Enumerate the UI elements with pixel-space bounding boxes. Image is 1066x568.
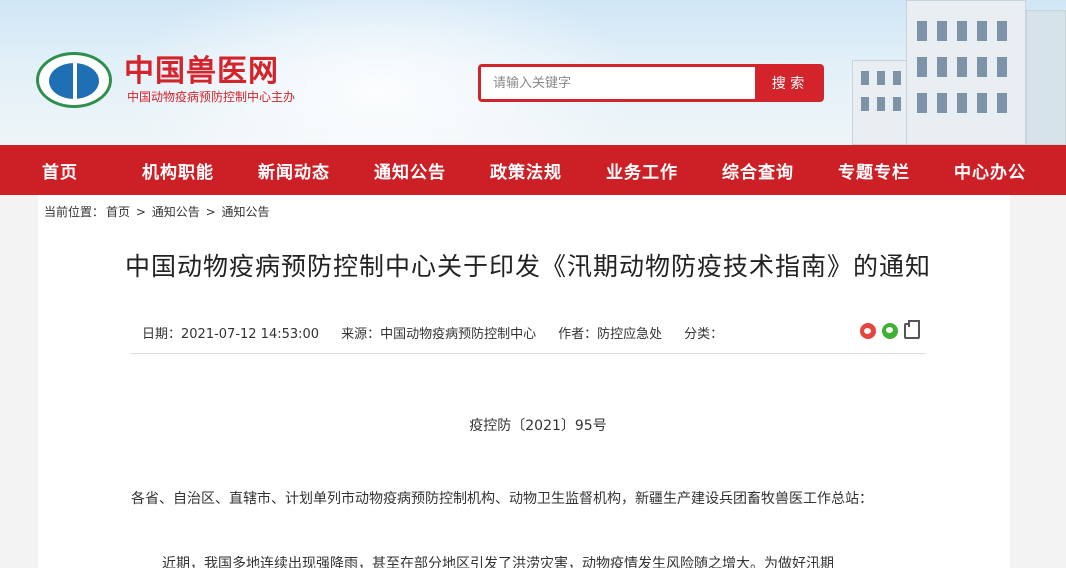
document-number: 疫控防〔2021〕95号 xyxy=(469,418,607,434)
breadcrumb-link-notices[interactable]: 通知公告 xyxy=(152,205,200,219)
nav-item-office[interactable]: 中心办公 xyxy=(932,158,1048,183)
meta-date: 日期：2021-07-12 14:53:00 xyxy=(142,327,320,342)
site-subtitle: 中国动物疫病预防控制中心主办 xyxy=(127,90,296,104)
article-paragraph: 近期，我国多地连续出现强降雨，甚至在部分地区引发了洪涝灾害，动物疫情发生风险随之… xyxy=(162,556,834,568)
search-button[interactable]: 搜 索 xyxy=(755,67,821,99)
banner-building xyxy=(906,0,1026,145)
meta-author: 作者：防控应急处 xyxy=(558,327,663,342)
main-nav: 首页 机构职能 新闻动态 通知公告 政策法规 业务工作 综合查询 专题专栏 中心… xyxy=(0,145,1066,195)
breadcrumb: 当前位置： 首页 > 通知公告 > 通知公告 xyxy=(44,203,272,220)
nav-item-business[interactable]: 业务工作 xyxy=(584,158,700,183)
meta-category: 分类： xyxy=(684,327,724,342)
share-icons xyxy=(860,320,920,339)
nav-item-functions[interactable]: 机构职能 xyxy=(120,158,236,183)
breadcrumb-separator: > xyxy=(135,205,146,219)
breadcrumb-current[interactable]: 通知公告 xyxy=(221,205,269,219)
site-title[interactable]: 中国兽医网 xyxy=(124,46,279,90)
nav-item-notices[interactable]: 通知公告 xyxy=(352,158,468,183)
weibo-icon[interactable] xyxy=(860,323,876,339)
nav-item-policies[interactable]: 政策法规 xyxy=(468,158,584,183)
wechat-icon[interactable] xyxy=(882,323,898,339)
nav-item-query[interactable]: 综合查询 xyxy=(700,158,816,183)
meta-source: 来源：中国动物疫病预防控制中心 xyxy=(341,327,537,342)
banner-building xyxy=(1026,10,1066,145)
article-paragraph: 各省、自治区、直辖市、计划单列市动物疫病预防控制机构、动物卫生监督机构，新疆生产… xyxy=(131,491,873,507)
header-banner: 中国兽医网 中国动物疫病预防控制中心主办 搜 索 xyxy=(0,0,1066,145)
print-icon[interactable] xyxy=(904,320,920,339)
nav-item-topics[interactable]: 专题专栏 xyxy=(816,158,932,183)
meta-divider xyxy=(130,353,926,354)
breadcrumb-separator: > xyxy=(205,205,216,219)
nav-item-news[interactable]: 新闻动态 xyxy=(236,158,352,183)
logo-emblem-icon xyxy=(36,52,112,108)
search-box: 搜 索 xyxy=(478,64,824,102)
search-input[interactable] xyxy=(481,67,757,99)
breadcrumb-label: 当前位置： xyxy=(44,205,105,219)
article-meta: 日期：2021-07-12 14:53:00 来源：中国动物疫病预防控制中心 作… xyxy=(142,323,723,342)
breadcrumb-link-home[interactable]: 首页 xyxy=(106,205,130,219)
nav-item-home[interactable]: 首页 xyxy=(0,158,120,183)
article-container: 当前位置： 首页 > 通知公告 > 通知公告 中国动物疫病预防控制中心关于印发《汛… xyxy=(38,195,1010,568)
banner-building xyxy=(852,60,912,145)
article-title: 中国动物疫病预防控制中心关于印发《汛期动物防疫技术指南》的通知 xyxy=(124,252,931,281)
